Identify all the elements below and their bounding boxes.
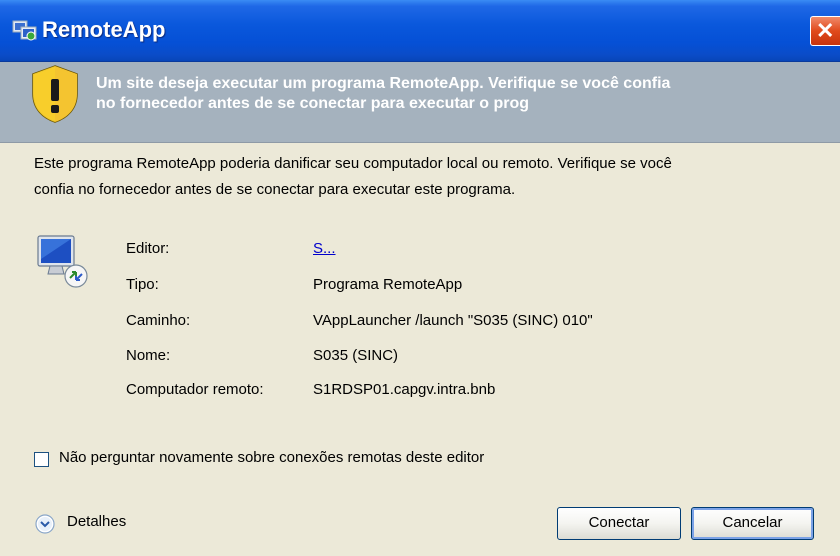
title-bar[interactable]: RemoteApp ✕ bbox=[0, 0, 840, 62]
chevron-down-circle-icon[interactable] bbox=[35, 514, 55, 534]
remote-computer-icon bbox=[37, 235, 88, 288]
description-line-2: confia no fornecedor antes de se conecta… bbox=[34, 181, 516, 198]
dont-ask-again-label[interactable]: Não perguntar novamente sobre conexões r… bbox=[59, 449, 484, 466]
type-value: Programa RemoteApp bbox=[313, 276, 463, 293]
warning-line-1: Um site deseja executar um programa Remo… bbox=[96, 75, 671, 92]
close-button[interactable]: ✕ bbox=[810, 16, 840, 46]
description-line-1: Este programa RemoteApp poderia danifica… bbox=[34, 155, 672, 172]
path-value: VAppLauncher /launch "S035 (SINC) 010" bbox=[313, 312, 593, 329]
remoteapp-icon bbox=[12, 20, 37, 41]
shield-warning-icon bbox=[32, 65, 78, 123]
remote-computer-label: Computador remoto: bbox=[126, 381, 264, 398]
description: Este programa RemoteApp poderia danifica… bbox=[34, 151, 834, 203]
type-label: Tipo: bbox=[126, 276, 159, 293]
name-value: S035 (SINC) bbox=[313, 347, 399, 364]
editor-link[interactable]: S... bbox=[313, 240, 336, 257]
dont-ask-again-checkbox[interactable] bbox=[34, 452, 49, 467]
remote-computer-value: S1RDSP01.capgv.intra.bnb bbox=[313, 381, 496, 398]
path-label: Caminho: bbox=[126, 312, 191, 329]
window-title: RemoteApp bbox=[42, 17, 166, 42]
warning-line-2: no fornecedor antes de se conectar para … bbox=[96, 95, 530, 112]
connect-button[interactable]: Conectar bbox=[557, 507, 681, 540]
cancel-button[interactable]: Cancelar bbox=[691, 507, 814, 540]
close-icon: ✕ bbox=[816, 18, 835, 43]
editor-label: Editor: bbox=[126, 240, 170, 257]
details-toggle-label[interactable]: Detalhes bbox=[67, 513, 126, 530]
warning-message: Um site deseja executar um programa Remo… bbox=[96, 74, 836, 114]
name-label: Nome: bbox=[126, 347, 171, 364]
